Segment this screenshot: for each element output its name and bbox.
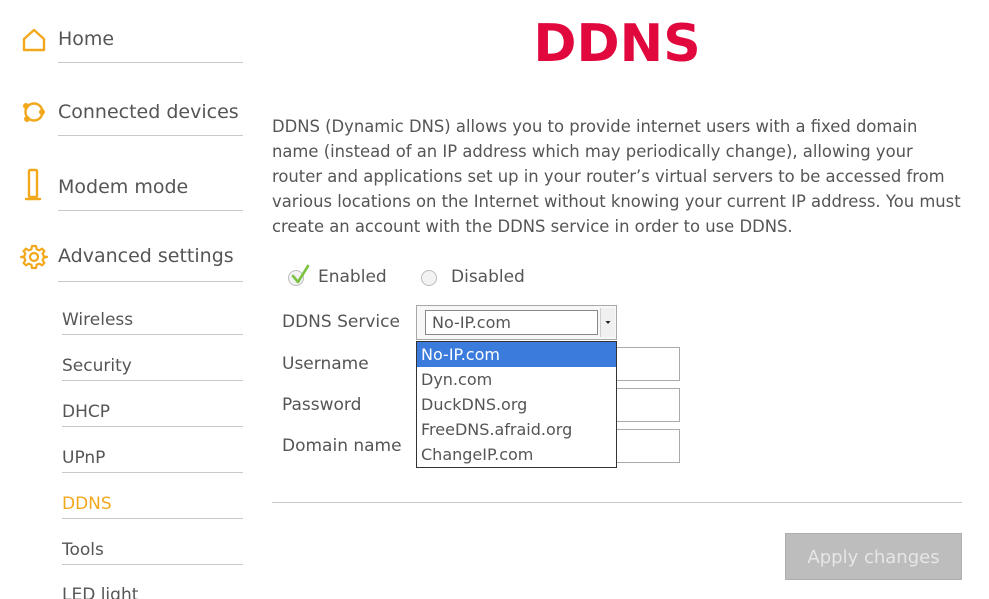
modem-icon [20,168,48,202]
dropdown-option-freedns[interactable]: FreeDNS.afraid.org [417,417,616,442]
ddns-service-dropdown: No-IP.com Dyn.com DuckDNS.org FreeDNS.af… [416,341,617,468]
sidebar-item-security[interactable]: Security [62,356,243,394]
domain-name-label: Domain name [282,436,402,456]
sidebar-item-led-light[interactable]: LED light [62,585,243,599]
ddns-service-select[interactable]: No-IP.com [416,305,617,340]
checkmark-icon [291,264,310,284]
dropdown-arrow-button[interactable] [600,308,615,337]
sidebar-item-label: Modem mode [58,176,189,198]
devices-icon [20,99,48,127]
sidebar-item-label: Connected devices [58,101,239,123]
sidebar-item-label: Wireless [62,310,134,330]
sidebar-item-label: Tools [62,540,104,560]
home-icon [20,26,48,54]
divider [62,518,243,519]
gear-icon [19,243,49,271]
sidebar-item-dhcp[interactable]: DHCP [62,402,243,440]
sidebar-item-modem-mode[interactable]: Modem mode [0,168,243,211]
ddns-service-label: DDNS Service [282,312,400,332]
divider [58,62,243,63]
dropdown-option-no-ip[interactable]: No-IP.com [417,342,616,367]
form-divider [272,502,962,503]
sidebar-item-connected-devices[interactable]: Connected devices [0,99,243,139]
password-label: Password [282,395,362,415]
sidebar-item-label: Security [62,356,132,376]
sidebar-item-label: LED light [62,585,139,599]
divider [62,564,243,565]
sidebar-item-advanced-settings[interactable]: Advanced settings [0,243,243,283]
sidebar-item-home[interactable]: Home [0,26,243,66]
page-root: Home Connected devices Modem mode Advanc… [0,0,989,599]
sidebar-item-ddns[interactable]: DDNS [62,494,243,532]
dropdown-option-changeip[interactable]: ChangeIP.com [417,442,616,467]
divider [62,380,243,381]
select-field: No-IP.com [425,310,598,335]
page-title: DDNS [533,14,701,74]
sidebar-item-tools[interactable]: Tools [62,540,243,578]
disabled-label: Disabled [451,267,525,287]
select-value: No-IP.com [432,313,511,332]
username-label: Username [282,354,369,374]
sidebar-item-label: Home [58,28,115,50]
sidebar-item-label: DDNS [62,494,112,514]
radio-circle [421,270,437,286]
divider [62,472,243,473]
sidebar-item-wireless[interactable]: Wireless [62,310,243,348]
apply-changes-button[interactable]: Apply changes [785,533,962,580]
sidebar-item-upnp[interactable]: UPnP [62,448,243,486]
caret-down-icon [605,321,611,324]
divider [58,281,243,282]
dropdown-option-duckdns[interactable]: DuckDNS.org [417,392,616,417]
divider [62,334,243,335]
dropdown-option-dyn[interactable]: Dyn.com [417,367,616,392]
enabled-label: Enabled [318,267,387,287]
sidebar-item-label: DHCP [62,402,110,422]
divider [58,135,243,136]
sidebar-item-label: Advanced settings [58,245,234,267]
divider [62,426,243,427]
divider [58,210,243,211]
sidebar-item-label: UPnP [62,448,106,468]
ddns-description: DDNS (Dynamic DNS) allows you to provide… [272,117,961,236]
